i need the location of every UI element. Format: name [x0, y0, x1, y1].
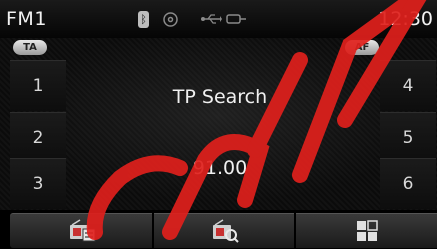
radio-scan-icon — [213, 219, 239, 243]
tp-search-status: TP Search — [172, 86, 268, 108]
preset-button-4[interactable]: 4 — [380, 60, 436, 111]
preset-button-5[interactable]: 5 — [380, 112, 436, 163]
af-toggle[interactable]: AF — [345, 40, 379, 55]
preset-button-2[interactable]: 2 — [10, 112, 66, 163]
bottom-bar — [0, 210, 437, 249]
preset-button-3[interactable]: 3 — [10, 158, 66, 209]
band-label[interactable]: FM1 — [6, 8, 47, 30]
radio-list-icon — [70, 219, 96, 242]
aux-icon — [226, 14, 246, 24]
preset-button-1[interactable]: 1 — [10, 60, 66, 111]
menu-grid-icon — [356, 220, 378, 241]
radio-list-button[interactable] — [10, 213, 152, 248]
radio-scan-button[interactable] — [154, 213, 294, 248]
disc-icon — [163, 11, 178, 27]
bluetooth-icon: ᛒ — [138, 10, 149, 28]
menu-grid-button[interactable] — [296, 213, 437, 248]
clock: 12:30 — [378, 8, 433, 30]
ta-toggle[interactable]: TA — [13, 40, 47, 55]
status-icons: ᛒ — [138, 10, 246, 28]
status-bar: FM1 ᛒ 12:30 — [0, 0, 437, 38]
preset-button-6[interactable]: 6 — [380, 158, 436, 209]
frequency-display: 91.00 — [192, 157, 248, 179]
usb-icon — [201, 14, 222, 24]
